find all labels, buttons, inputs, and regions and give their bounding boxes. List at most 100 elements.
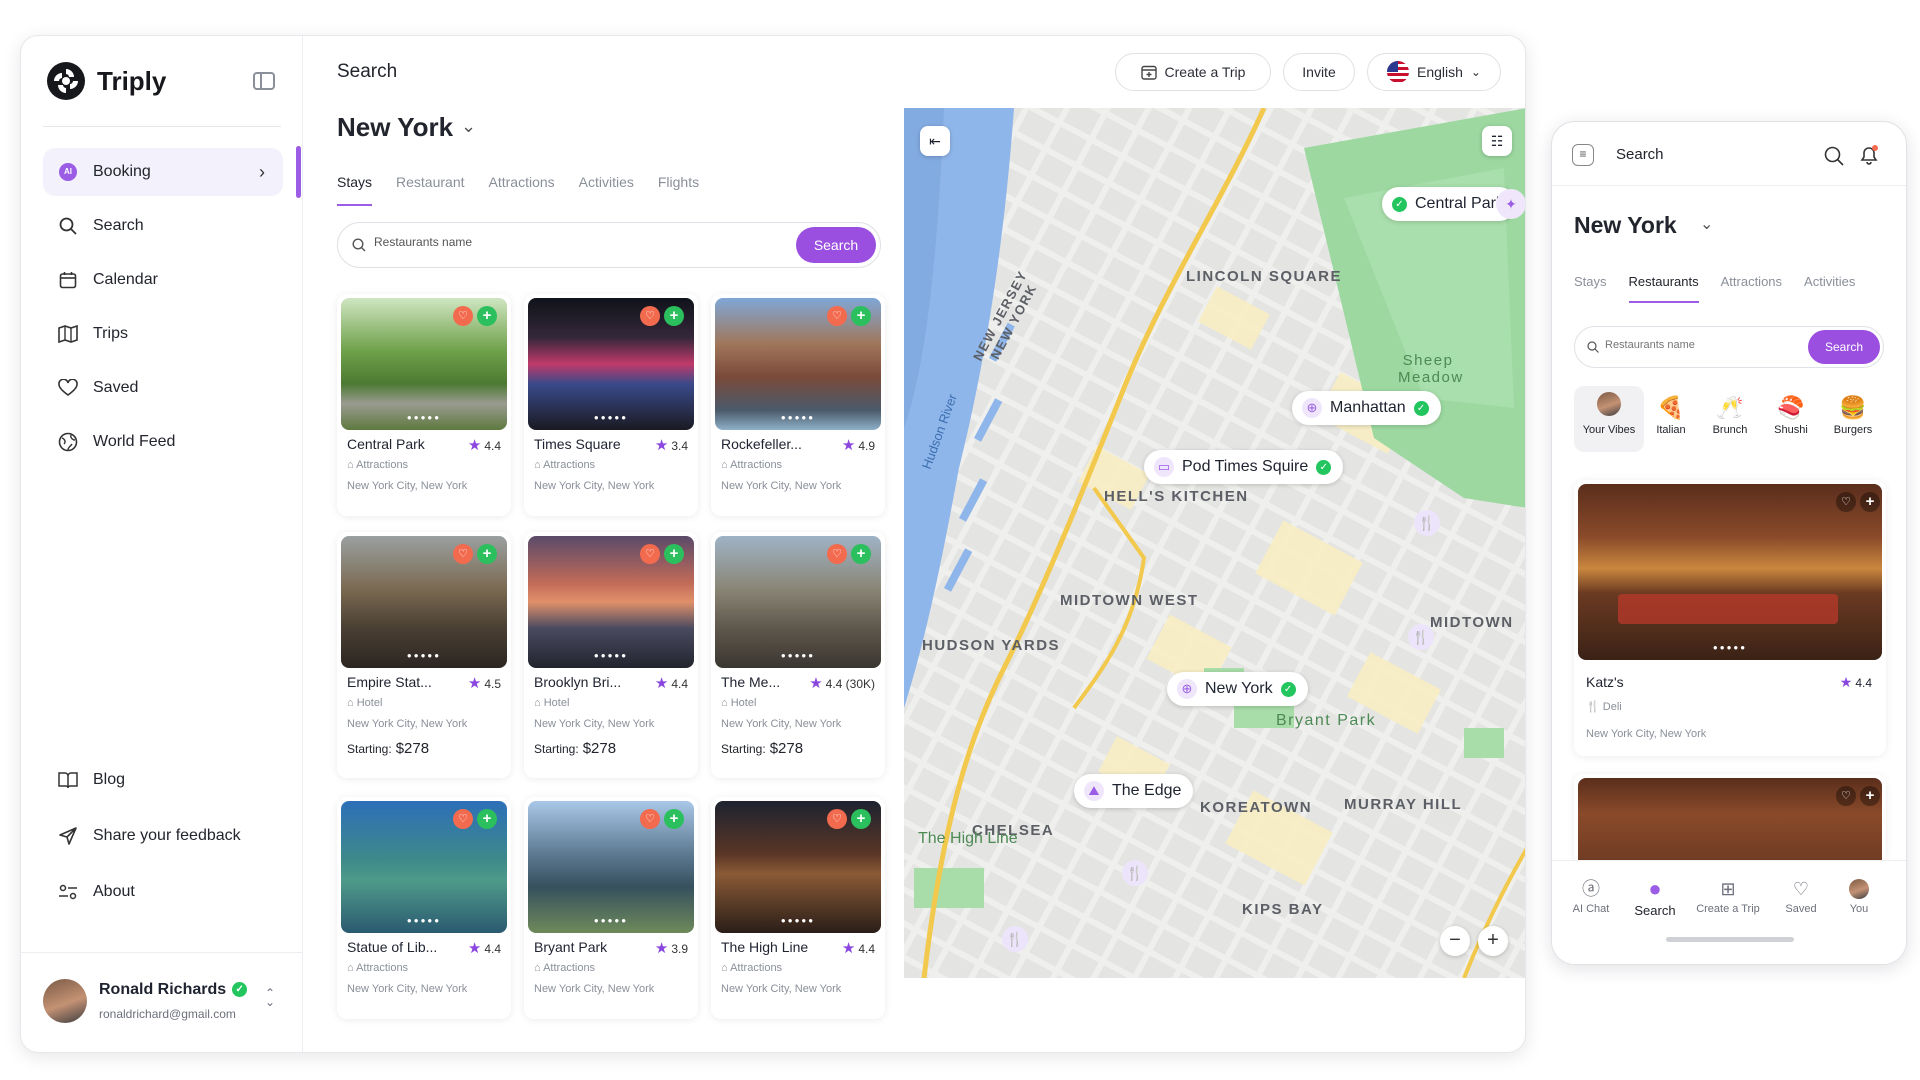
zoom-in-button[interactable]: +: [1478, 926, 1508, 956]
restaurant-card[interactable]: ♡ +: [1574, 774, 1886, 868]
carousel-dots[interactable]: ●●●●●: [715, 413, 881, 422]
restaurant-icon[interactable]: 🍴: [1122, 860, 1148, 886]
tab-restaurants[interactable]: Restaurants: [1628, 274, 1699, 303]
map-pin-pod-times-squire[interactable]: ▭ Pod Times Squire ✓: [1144, 450, 1344, 484]
bell-icon[interactable]: [1858, 144, 1880, 166]
sidebar-item-trips[interactable]: Trips: [43, 310, 283, 358]
category-italian[interactable]: 🍕 Italian: [1641, 392, 1701, 436]
tab-attractions[interactable]: Attractions: [1721, 274, 1782, 303]
add-icon[interactable]: +: [851, 809, 871, 829]
chevron-up-down-icon[interactable]: ⌃ ⌄: [265, 987, 275, 1008]
tab-stays[interactable]: Stays: [1574, 274, 1607, 303]
result-card[interactable]: ♡ + ●●●●● Central Park ★ 4.4 ⌂ Attractions New …: [337, 294, 511, 516]
category-brunch[interactable]: 🥂 Brunch: [1700, 392, 1760, 436]
result-card[interactable]: ♡ + ●●●●● The High Line ★ 4.4 ⌂ Attractions New…: [711, 797, 885, 1019]
tab-activities[interactable]: Activities: [579, 174, 634, 206]
nav-ai-chat[interactable]: ⓐ AI Chat: [1556, 875, 1626, 915]
heart-icon[interactable]: ♡: [453, 544, 473, 564]
restaurant-card[interactable]: ♡ + ●●●●● Katz's ★ 4.4 🍴 Deli New York Ci…: [1574, 480, 1886, 756]
carousel-dots[interactable]: ●●●●●: [528, 413, 694, 422]
carousel-dots[interactable]: ●●●●●: [528, 651, 694, 660]
carousel-dots[interactable]: ●●●●●: [715, 916, 881, 925]
add-icon[interactable]: +: [477, 809, 497, 829]
zoom-out-button[interactable]: −: [1440, 926, 1470, 956]
tab-stays[interactable]: Stays: [337, 174, 373, 206]
add-icon[interactable]: +: [664, 809, 684, 829]
carousel-dots[interactable]: ●●●●●: [1578, 643, 1882, 652]
menu-icon[interactable]: ≡: [1572, 144, 1594, 166]
sidebar-item-search[interactable]: Search: [43, 202, 283, 250]
result-card[interactable]: ♡ + ●●●●● Rockefeller... ★ 4.9 ⌂ Attractions Ne…: [711, 294, 885, 516]
heart-icon[interactable]: ♡: [453, 306, 473, 326]
result-card[interactable]: ♡ + ●●●●● Statue of Lib... ★ 4.4 ⌂ Attractions…: [337, 797, 511, 1019]
map-pin-manhattan[interactable]: ⊕ Manhattan ✓: [1292, 391, 1441, 425]
nav-search[interactable]: ● Search: [1620, 875, 1690, 918]
add-icon[interactable]: +: [1860, 492, 1880, 512]
tab-activities[interactable]: Activities: [1804, 274, 1855, 303]
filter-icon[interactable]: ☷: [1482, 126, 1512, 156]
chevron-down-icon[interactable]: ⌄: [461, 116, 476, 137]
category-your-vibes[interactable]: Your Vibes: [1579, 392, 1639, 436]
sidebar-item-saved[interactable]: Saved: [43, 364, 283, 412]
sparkle-icon[interactable]: ✦: [1496, 189, 1525, 219]
result-card[interactable]: ♡ + ●●●●● Times Square ★ 3.4 ⌂ Attractions New …: [524, 294, 698, 516]
restaurant-icon[interactable]: 🍴: [1002, 926, 1028, 952]
category-sushi[interactable]: 🍣 Shushi: [1761, 392, 1821, 436]
carousel-dots[interactable]: ●●●●●: [715, 651, 881, 660]
sidebar-item-calendar[interactable]: Calendar: [43, 256, 283, 304]
map-pin-the-edge[interactable]: ⛰ The Edge: [1074, 774, 1194, 808]
heart-icon[interactable]: ♡: [640, 544, 660, 564]
restaurant-icon[interactable]: 🍴: [1408, 624, 1434, 650]
heart-icon[interactable]: ♡: [640, 306, 660, 326]
map-pin-new-york[interactable]: ⊕ New York ✓: [1167, 672, 1308, 706]
sidebar-item-booking[interactable]: AI Booking ›: [43, 148, 283, 196]
result-card[interactable]: ♡ + ●●●●● Bryant Park ★ 3.9 ⌂ Attractions New Y…: [524, 797, 698, 1019]
result-card[interactable]: ♡ + ●●●●● The Me... ★ 4.4 (30K) ⌂ Hotel New Yor…: [711, 532, 885, 778]
category-burgers[interactable]: 🍔 Burgers: [1823, 392, 1883, 436]
tab-attractions[interactable]: Attractions: [489, 174, 555, 206]
sidebar-item-about[interactable]: About: [43, 868, 283, 916]
heart-icon[interactable]: ♡: [827, 809, 847, 829]
add-icon[interactable]: +: [1860, 786, 1880, 806]
carousel-dots[interactable]: ●●●●●: [341, 651, 507, 660]
tab-restaurant[interactable]: Restaurant: [396, 174, 464, 206]
sidebar-item-blog[interactable]: Blog: [43, 756, 283, 804]
sidebar-item-world-feed[interactable]: World Feed: [43, 418, 283, 466]
user-profile[interactable]: Ronald Richards ✓ ronaldrichard@gmail.com…: [21, 952, 303, 1052]
expand-icon[interactable]: ⇤: [920, 126, 950, 156]
add-icon[interactable]: +: [664, 544, 684, 564]
chevron-down-icon[interactable]: ⌄: [1700, 214, 1713, 234]
carousel-dots[interactable]: ●●●●●: [341, 916, 507, 925]
sidebar-item-feedback[interactable]: Share your feedback: [43, 812, 283, 860]
heart-icon[interactable]: ♡: [827, 544, 847, 564]
search-button[interactable]: Search: [796, 227, 876, 263]
nav-create-trip[interactable]: ⊞ Create a Trip: [1693, 875, 1763, 915]
add-icon[interactable]: +: [477, 544, 497, 564]
carousel-dots[interactable]: ●●●●●: [528, 916, 694, 925]
heart-icon[interactable]: ♡: [640, 809, 660, 829]
heart-icon[interactable]: ♡: [1836, 492, 1856, 512]
city-title[interactable]: New York: [337, 112, 453, 143]
nav-you[interactable]: You: [1824, 875, 1894, 915]
result-card[interactable]: ♡ + ●●●●● Empire Stat... ★ 4.5 ⌂ Hotel New York…: [337, 532, 511, 778]
language-select[interactable]: English ⌄: [1367, 53, 1501, 91]
create-trip-button[interactable]: Create a Trip: [1115, 53, 1271, 91]
restaurant-icon[interactable]: 🍴: [1414, 510, 1440, 536]
sidebar-collapse-icon[interactable]: [253, 72, 275, 90]
search-icon[interactable]: [1824, 146, 1844, 166]
mobile-search-button[interactable]: Search: [1808, 330, 1880, 364]
add-icon[interactable]: +: [664, 306, 684, 326]
mobile-city-title[interactable]: New York: [1574, 212, 1677, 239]
add-icon[interactable]: +: [477, 306, 497, 326]
search-input[interactable]: [374, 235, 754, 249]
invite-button[interactable]: Invite: [1283, 53, 1355, 91]
map[interactable]: LINCOLN SQUARE HELL'S KITCHEN MIDTOWN WE…: [904, 108, 1525, 978]
tab-flights[interactable]: Flights: [658, 174, 699, 206]
carousel-dots[interactable]: ●●●●●: [341, 413, 507, 422]
add-icon[interactable]: +: [851, 306, 871, 326]
heart-icon[interactable]: ♡: [1836, 786, 1856, 806]
heart-icon[interactable]: ♡: [827, 306, 847, 326]
add-icon[interactable]: +: [851, 544, 871, 564]
heart-icon[interactable]: ♡: [453, 809, 473, 829]
mobile-search-input[interactable]: [1605, 339, 1785, 351]
